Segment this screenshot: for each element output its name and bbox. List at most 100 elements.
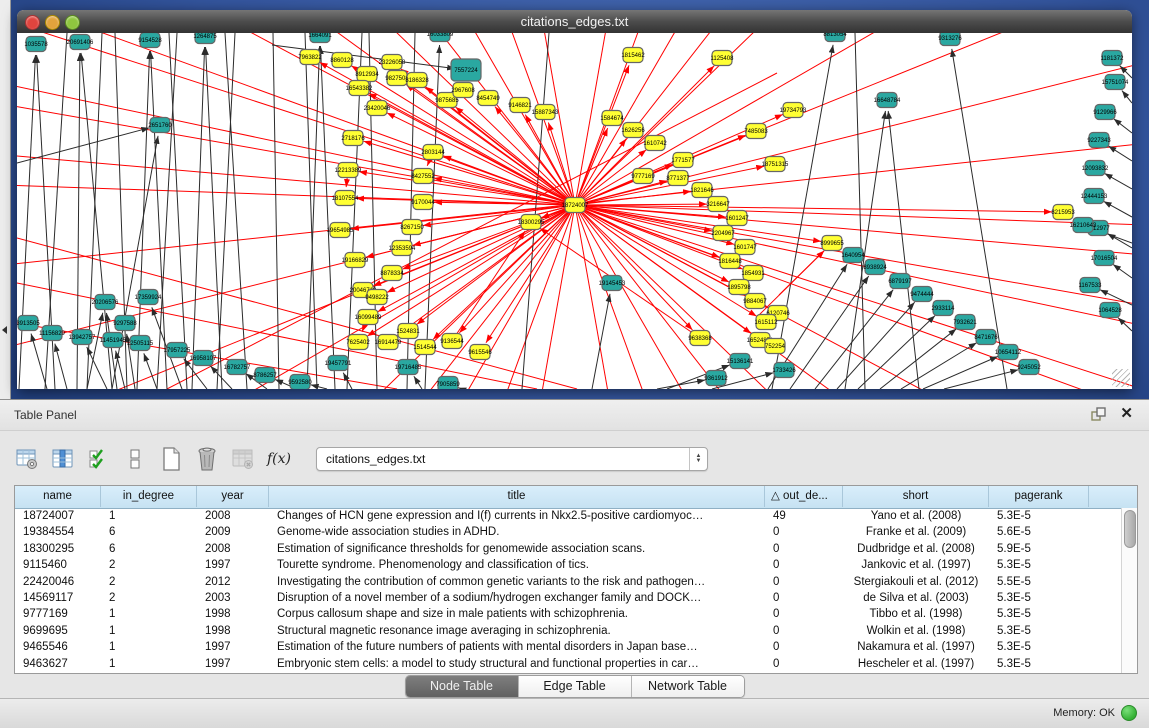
cell-short[interactable]: Nakamura et al. (1997): [843, 639, 989, 655]
cell-short[interactable]: Hescheler et al. (1997): [843, 656, 989, 672]
table-row[interactable]: 946362711997Embryonic stem cells: a mode…: [15, 656, 1120, 672]
cell-out_degree[interactable]: 0: [765, 574, 843, 590]
cell-year[interactable]: 1998: [197, 606, 269, 622]
cell-title[interactable]: Embryonic stem cells: a model to study s…: [269, 656, 765, 672]
new-table-button[interactable]: [158, 445, 184, 473]
cell-out_degree[interactable]: 0: [765, 639, 843, 655]
cell-in_degree[interactable]: 1: [101, 639, 197, 655]
cell-name[interactable]: 19384554: [15, 524, 101, 540]
cell-pagerank[interactable]: 5.3E-5: [989, 557, 1089, 573]
scrollbar-thumb[interactable]: [1124, 510, 1136, 548]
column-header-in_degree[interactable]: in_degree: [101, 486, 197, 507]
cell-year[interactable]: 2008: [197, 508, 269, 524]
table-selector-dropdown[interactable]: citations_edges.txt ▲▼: [316, 447, 708, 471]
cell-title[interactable]: Tourette syndrome. Phenomenology and cla…: [269, 557, 765, 573]
cell-year[interactable]: 1997: [197, 656, 269, 672]
cell-pagerank[interactable]: 5.6E-5: [989, 524, 1089, 540]
table-row[interactable]: 1872400712008Changes of HCN gene express…: [15, 508, 1120, 524]
table-row[interactable]: 911546021997Tourette syndrome. Phenomeno…: [15, 557, 1120, 573]
cell-year[interactable]: 1998: [197, 623, 269, 639]
cell-short[interactable]: Yano et al. (2008): [843, 508, 989, 524]
cell-year[interactable]: 2012: [197, 574, 269, 590]
cell-name[interactable]: 9115460: [15, 557, 101, 573]
cell-short[interactable]: de Silva et al. (2003): [843, 590, 989, 606]
table-vertical-scrollbar[interactable]: [1121, 508, 1137, 673]
network-view-canvas[interactable]: 1872400779638228860128891293423226058982…: [17, 33, 1132, 389]
cell-in_degree[interactable]: 6: [101, 524, 197, 540]
table-row[interactable]: 969969511998Structural magnetic resonanc…: [15, 623, 1120, 639]
cell-year[interactable]: 1997: [197, 639, 269, 655]
cell-out_degree[interactable]: 0: [765, 541, 843, 557]
table-row[interactable]: 1830029562008Estimation of significance …: [15, 541, 1120, 557]
cell-pagerank[interactable]: 5.3E-5: [989, 590, 1089, 606]
cell-out_degree[interactable]: 0: [765, 623, 843, 639]
row-selection-button[interactable]: [122, 445, 148, 473]
cell-year[interactable]: 2003: [197, 590, 269, 606]
cell-name[interactable]: 9465546: [15, 639, 101, 655]
cell-in_degree[interactable]: 2: [101, 590, 197, 606]
function-builder-button[interactable]: f(x): [266, 445, 292, 473]
cell-in_degree[interactable]: 2: [101, 574, 197, 590]
cell-title[interactable]: Disruption of a novel member of a sodium…: [269, 590, 765, 606]
cell-title[interactable]: Changes of HCN gene expression and I(f) …: [269, 508, 765, 524]
cell-short[interactable]: Franke et al. (2009): [843, 524, 989, 540]
cell-title[interactable]: Estimation of significance thresholds fo…: [269, 541, 765, 557]
cell-out_degree[interactable]: 0: [765, 524, 843, 540]
memory-status-dot[interactable]: [1121, 705, 1137, 721]
cell-in_degree[interactable]: 1: [101, 656, 197, 672]
cell-in_degree[interactable]: 1: [101, 623, 197, 639]
cell-in_degree[interactable]: 1: [101, 508, 197, 524]
column-header-title[interactable]: title: [269, 486, 765, 507]
cell-pagerank[interactable]: 5.3E-5: [989, 623, 1089, 639]
cell-name[interactable]: 14569117: [15, 590, 101, 606]
cell-name[interactable]: 9463627: [15, 656, 101, 672]
cell-name[interactable]: 18300295: [15, 541, 101, 557]
table-row[interactable]: 2242004622012Investigating the contribut…: [15, 574, 1120, 590]
cell-title[interactable]: Corpus callosum shape and size in male p…: [269, 606, 765, 622]
float-window-icon[interactable]: [1091, 407, 1107, 422]
cell-short[interactable]: Stergiakouli et al. (2012): [843, 574, 989, 590]
cell-year[interactable]: 1997: [197, 557, 269, 573]
cell-name[interactable]: 9699695: [15, 623, 101, 639]
cell-title[interactable]: Estimation of the future numbers of pati…: [269, 639, 765, 655]
cell-year[interactable]: 2009: [197, 524, 269, 540]
tab-edge-table[interactable]: Edge Table: [518, 676, 631, 697]
cell-name[interactable]: 18724007: [15, 508, 101, 524]
cell-out_degree[interactable]: 0: [765, 656, 843, 672]
cell-name[interactable]: 22420046: [15, 574, 101, 590]
table-row[interactable]: 1456911722003Disruption of a novel membe…: [15, 590, 1120, 606]
select-all-rows-button[interactable]: [86, 445, 112, 473]
panel-collapse-arrow-icon[interactable]: [2, 326, 7, 334]
network-window-titlebar[interactable]: citations_edges.txt: [17, 10, 1132, 34]
tab-node-table[interactable]: Node Table: [406, 676, 518, 697]
delete-table-button[interactable]: [194, 445, 220, 473]
column-header-short[interactable]: short: [843, 486, 989, 507]
tab-network-table[interactable]: Network Table: [631, 676, 744, 697]
cell-short[interactable]: Dudbridge et al. (2008): [843, 541, 989, 557]
left-panel-edge[interactable]: [0, 0, 11, 399]
table-row[interactable]: 977716911998Corpus callosum shape and si…: [15, 606, 1120, 622]
cell-pagerank[interactable]: 5.3E-5: [989, 656, 1089, 672]
table-row[interactable]: 1938455462009Genome-wide association stu…: [15, 524, 1120, 540]
cell-in_degree[interactable]: 2: [101, 557, 197, 573]
table-row[interactable]: 946554611997Estimation of the future num…: [15, 639, 1120, 655]
cell-title[interactable]: Structural magnetic resonance image aver…: [269, 623, 765, 639]
column-header-name[interactable]: name: [15, 486, 101, 507]
window-resize-grip[interactable]: [1112, 369, 1130, 387]
cell-short[interactable]: Wolkin et al. (1998): [843, 623, 989, 639]
cell-pagerank[interactable]: 5.5E-5: [989, 574, 1089, 590]
cell-out_degree[interactable]: 0: [765, 590, 843, 606]
select-columns-button[interactable]: [50, 445, 76, 473]
cell-year[interactable]: 2008: [197, 541, 269, 557]
cell-out_degree[interactable]: 0: [765, 606, 843, 622]
close-panel-icon[interactable]: ✕: [1120, 404, 1133, 422]
table-settings-button[interactable]: [14, 445, 40, 473]
column-header-out_degree[interactable]: △ out_de...: [765, 486, 843, 507]
cell-pagerank[interactable]: 5.3E-5: [989, 639, 1089, 655]
cell-out_degree[interactable]: 49: [765, 508, 843, 524]
cell-pagerank[interactable]: 5.9E-5: [989, 541, 1089, 557]
cell-in_degree[interactable]: 6: [101, 541, 197, 557]
cell-pagerank[interactable]: 5.3E-5: [989, 606, 1089, 622]
cell-pagerank[interactable]: 5.3E-5: [989, 508, 1089, 524]
cell-out_degree[interactable]: 0: [765, 557, 843, 573]
